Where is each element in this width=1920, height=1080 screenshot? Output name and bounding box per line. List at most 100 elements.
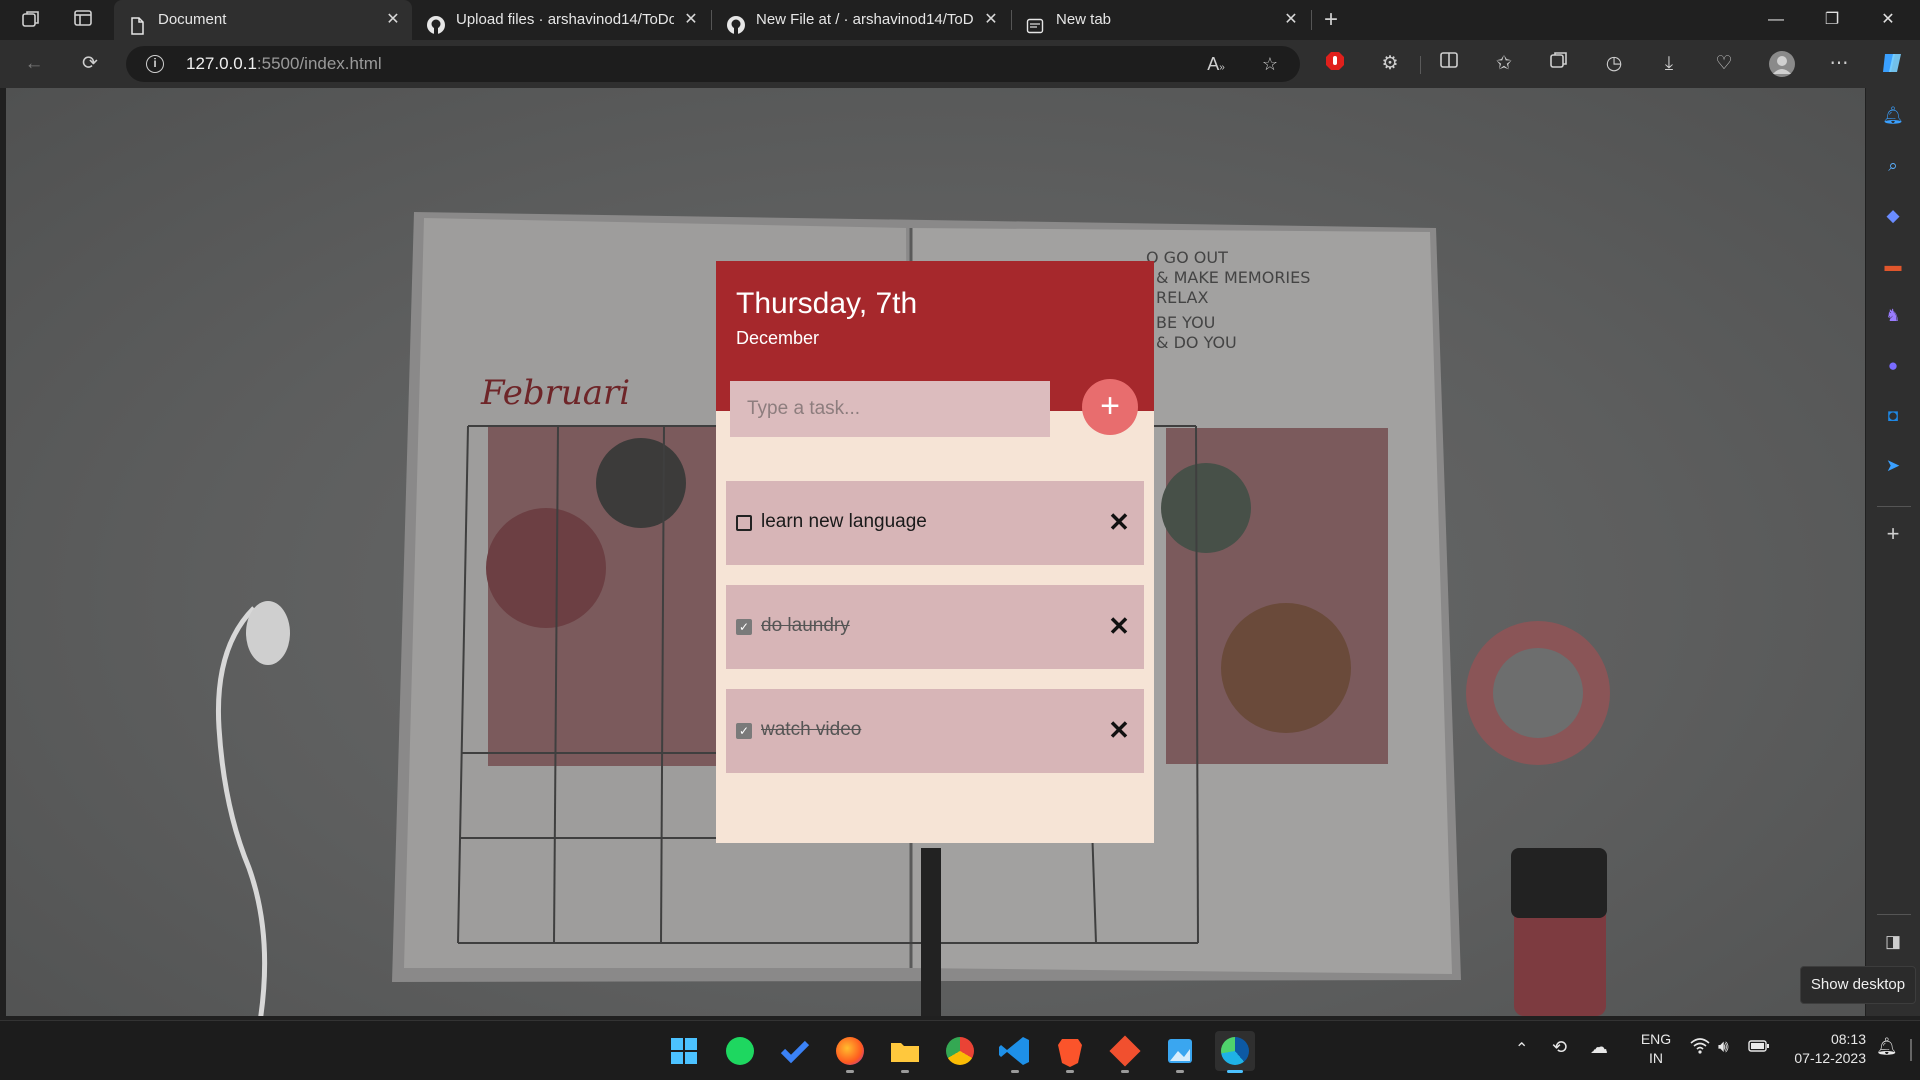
close-window-icon[interactable]: ✕ [1860, 0, 1916, 40]
tools-icon[interactable]: ▬ [1881, 254, 1905, 278]
task-input[interactable] [730, 381, 1050, 437]
brave-icon[interactable] [1050, 1031, 1090, 1073]
task-text: watch video [761, 719, 862, 740]
refresh-icon[interactable]: ⟳ [76, 50, 104, 78]
github-icon [426, 11, 445, 34]
new-tab-plus-icon[interactable]: + [1318, 8, 1344, 32]
search-icon[interactable]: ⌕ [1881, 154, 1905, 178]
drop-icon[interactable]: ➤ [1881, 454, 1905, 478]
volume-icon[interactable]: 🔊︎ [1718, 1037, 1729, 1057]
sidebar-divider [1877, 914, 1911, 915]
close-icon[interactable]: ✕ [1282, 0, 1300, 40]
clock-time: 08:13 [1830, 1031, 1866, 1047]
tab-divider [1311, 10, 1312, 30]
sidebar-divider [1877, 506, 1911, 507]
tab-upload-files[interactable]: Upload files · arshavinod14/ToDo ✕ [412, 0, 710, 40]
url-path: :5500/index.html [256, 54, 382, 73]
delete-task-button[interactable]: ✕ [1104, 715, 1134, 745]
firefox-icon[interactable] [830, 1031, 870, 1073]
tab-title: Document [158, 11, 227, 28]
outlook-icon[interactable]: ◘ [1881, 404, 1905, 428]
minimize-icon[interactable]: — [1748, 0, 1804, 40]
tab-new-file[interactable]: New File at / · arshavinod14/ToDo ✕ [712, 0, 1010, 40]
task-checkbox[interactable]: ✓ [736, 619, 752, 635]
svg-text:& MAKE MEMORIES: & MAKE MEMORIES [1156, 268, 1310, 287]
notification-icon[interactable]: 🔔︎ [1876, 1037, 1898, 1057]
browser-essentials-icon[interactable]: ♡ [1710, 50, 1738, 78]
sync-icon[interactable]: ⟲ [1552, 1037, 1567, 1058]
tab-document[interactable]: Document ✕ [114, 0, 412, 40]
close-icon[interactable]: ✕ [384, 0, 402, 40]
svg-text:O GO OUT: O GO OUT [1146, 248, 1228, 267]
github-icon [726, 11, 745, 34]
photos-icon[interactable] [1160, 1031, 1200, 1073]
todo-card: Thursday, 7th December + learn new langu… [716, 261, 1154, 843]
task-item: learn new language ✕ [726, 481, 1144, 565]
read-aloud-icon[interactable]: A» [1204, 52, 1228, 76]
task-item: ✓ do laundry ✕ [726, 585, 1144, 669]
delete-task-button[interactable]: ✕ [1104, 611, 1134, 641]
url-text: 127.0.0.1:5500/index.html [186, 46, 382, 82]
svg-text:BE YOU: BE YOU [1156, 313, 1215, 332]
page-icon [128, 11, 146, 35]
tab-bar: Document ✕ Upload files · arshavinod14/T… [0, 0, 1920, 40]
language-code: ENG [1640, 1031, 1672, 1047]
svg-text:& DO YOU: & DO YOU [1156, 333, 1237, 352]
adblock-icon[interactable] [1321, 50, 1349, 78]
tab-new-tab[interactable]: New tab ✕ [1012, 0, 1310, 40]
profile-avatar[interactable] [1768, 50, 1796, 78]
add-task-button[interactable]: + [1082, 379, 1138, 435]
battery-icon[interactable] [1748, 1039, 1770, 1056]
downloads-icon[interactable]: ⤓ [1655, 50, 1683, 78]
games-icon[interactable]: ♞ [1881, 304, 1905, 328]
favorite-star-icon[interactable]: ☆ [1258, 52, 1282, 76]
workspaces-icon[interactable] [18, 8, 44, 32]
copilot-icon[interactable] [1878, 50, 1906, 78]
task-item: ✓ watch video ✕ [726, 689, 1144, 773]
spotify-icon[interactable] [720, 1031, 760, 1071]
browser-toolbar: ← ⟳ i 127.0.0.1:5500/index.html A» ☆ ⚙ ✩… [0, 40, 1920, 88]
history-icon[interactable]: ◷ [1600, 50, 1628, 78]
tab-actions-icon[interactable] [70, 8, 96, 32]
task-text: do laundry [761, 615, 850, 636]
show-desktop-button[interactable] [1910, 1039, 1912, 1061]
git-icon[interactable] [1105, 1031, 1145, 1073]
start-button[interactable] [664, 1031, 704, 1071]
favorites-icon[interactable]: ✩ [1490, 50, 1518, 78]
new-tab-page-icon [1026, 11, 1044, 34]
wifi-icon[interactable] [1690, 1037, 1710, 1060]
clock[interactable]: 08:13 07-12-2023 [1782, 1031, 1866, 1066]
vscode-icon[interactable] [995, 1031, 1035, 1073]
address-bar[interactable]: i 127.0.0.1:5500/index.html A» ☆ [126, 46, 1300, 82]
svg-text:RELAX: RELAX [1156, 288, 1208, 307]
language-indicator[interactable]: ENG IN [1636, 1031, 1676, 1066]
task-checkbox[interactable]: ✓ [736, 723, 752, 739]
todo-app-icon[interactable] [775, 1031, 815, 1071]
close-icon[interactable]: ✕ [982, 0, 1000, 40]
task-text: learn new language [761, 511, 927, 532]
shopping-tag-icon[interactable]: ◆ [1881, 204, 1905, 228]
site-info-icon[interactable]: i [146, 55, 164, 73]
toolbar-divider [1420, 56, 1421, 74]
edge-sidebar: 🔔︎ ⌕ ◆ ▬ ♞ ● ◘ ➤ + ◨ [1866, 88, 1920, 1016]
collections-icon[interactable] [1545, 50, 1573, 78]
onedrive-icon[interactable]: ☁ [1590, 1037, 1608, 1058]
notification-bell-icon[interactable]: 🔔︎ [1881, 104, 1905, 128]
show-hidden-icons-chevron[interactable]: ⌃ [1515, 1039, 1528, 1059]
taskbar: ⌃ ⟲ ☁ ENG IN 🔊︎ 08:13 07-12-2023 🔔︎ [0, 1020, 1920, 1080]
chrome-icon[interactable] [940, 1031, 980, 1071]
restore-icon[interactable]: ❐ [1804, 0, 1860, 40]
file-explorer-icon[interactable] [885, 1031, 925, 1073]
hide-sidebar-icon[interactable]: ◨ [1881, 930, 1905, 954]
add-sidebar-app-icon[interactable]: + [1881, 522, 1905, 546]
delete-task-button[interactable]: ✕ [1104, 507, 1134, 537]
edge-icon[interactable] [1215, 1031, 1255, 1073]
task-checkbox[interactable] [736, 515, 752, 531]
microsoft-365-icon[interactable]: ● [1881, 354, 1905, 378]
more-options-icon[interactable]: ⋯ [1825, 50, 1853, 78]
clock-date: 07-12-2023 [1794, 1050, 1866, 1066]
extensions-icon[interactable]: ⚙ [1376, 50, 1404, 78]
close-icon[interactable]: ✕ [682, 0, 700, 40]
back-arrow-icon[interactable]: ← [20, 50, 48, 78]
split-screen-icon[interactable] [1435, 50, 1463, 78]
